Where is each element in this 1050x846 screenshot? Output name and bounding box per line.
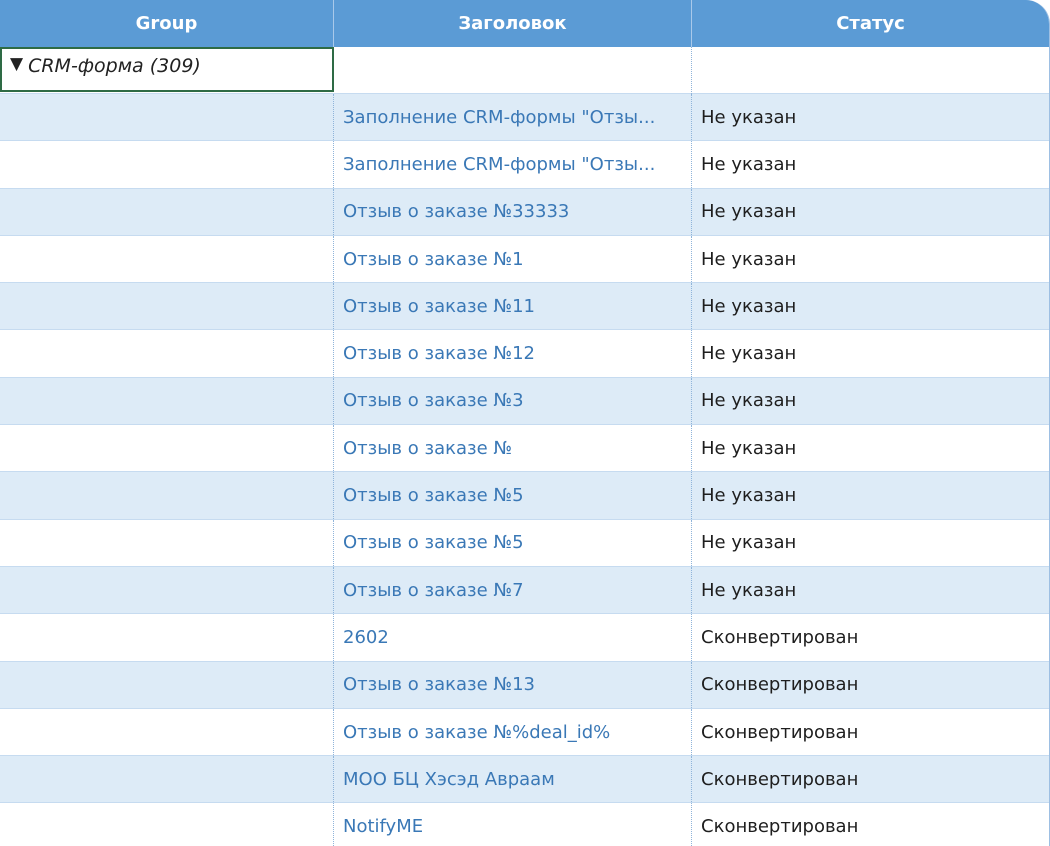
status-cell: Не указан <box>701 295 797 317</box>
title-cell[interactable]: NotifyME <box>334 803 692 846</box>
group-cell <box>0 708 334 756</box>
group-cell <box>0 377 334 425</box>
column-header-status[interactable]: Статус <box>692 0 1049 47</box>
table-row[interactable]: Отзыв о заказе №7 Не указан <box>0 566 1049 615</box>
group-cell <box>0 472 334 519</box>
title-cell[interactable]: Отзыв о заказе № <box>334 425 692 472</box>
group-cell <box>0 425 334 472</box>
title-cell[interactable]: Отзыв о заказе №3 <box>334 377 692 425</box>
title-link[interactable]: Отзыв о заказе №11 <box>343 296 535 317</box>
column-header-group[interactable]: Group <box>0 0 334 47</box>
title-cell[interactable]: Отзыв о заказе №12 <box>334 330 692 377</box>
table-row[interactable]: Отзыв о заказе №33333 Не указан <box>0 188 1049 236</box>
status-cell: Не указан <box>701 201 797 223</box>
column-header-title[interactable]: Заголовок <box>334 0 692 47</box>
group-cell <box>0 519 334 566</box>
title-cell[interactable]: МОО БЦ Хэсэд Авраам <box>334 756 692 803</box>
table-row[interactable]: Заполнение CRM-формы "Отзы... Не указан <box>0 94 1049 142</box>
table-row[interactable]: NotifyME Сконвертирован <box>0 803 1049 846</box>
table-row[interactable]: Отзыв о заказе №%deal_id% Сконвертирован <box>0 708 1049 757</box>
status-cell: Не указан <box>701 579 797 601</box>
status-cell: Не указан <box>701 106 797 128</box>
group-cell <box>0 566 334 614</box>
status-cell: Сконвертирован <box>701 768 859 790</box>
table-row[interactable]: Отзыв о заказе №12 Не указан <box>0 330 1049 378</box>
grid-header: Group Заголовок Статус <box>0 0 1049 47</box>
table-row[interactable]: Отзыв о заказе №13 Сконвертирован <box>0 661 1049 709</box>
table-row[interactable]: МОО БЦ Хэсэд Авраам Сконвертирован <box>0 756 1049 804</box>
table-row[interactable]: Заполнение CRM-формы "Отзы... Не указан <box>0 141 1049 189</box>
status-cell: Сконвертирован <box>701 626 859 648</box>
group-label: CRM-форма (309) <box>28 55 201 77</box>
group-cell <box>0 756 334 803</box>
data-grid: Group Заголовок Статус ▼ CRM-форма (309)… <box>0 0 1050 846</box>
title-link[interactable]: Отзыв о заказе №1 <box>343 249 524 270</box>
title-link[interactable]: Отзыв о заказе №13 <box>343 674 535 695</box>
title-link[interactable]: МОО БЦ Хэсэд Авраам <box>343 769 555 790</box>
title-cell[interactable]: Отзыв о заказе №13 <box>334 661 692 708</box>
group-cell <box>0 94 334 141</box>
title-link[interactable]: Отзыв о заказе №3 <box>343 390 524 411</box>
title-link[interactable]: 2602 <box>343 627 389 648</box>
group-row-status-cell <box>692 47 1049 94</box>
status-cell: Сконвертирован <box>701 721 859 743</box>
title-cell[interactable]: Отзыв о заказе №11 <box>334 283 692 330</box>
group-cell <box>0 614 334 661</box>
group-cell <box>0 803 334 846</box>
grid-body: Заполнение CRM-формы "Отзы... Не указан … <box>0 94 1049 846</box>
group-cell <box>0 330 334 377</box>
title-link[interactable]: Отзыв о заказе №12 <box>343 343 535 364</box>
status-cell: Не указан <box>701 437 797 459</box>
table-row[interactable]: Отзыв о заказе №1 Не указан <box>0 235 1049 284</box>
title-link[interactable]: Отзыв о заказе №7 <box>343 580 524 601</box>
status-cell: Сконвертирован <box>701 816 859 838</box>
title-link[interactable]: Заполнение CRM-формы "Отзы... <box>343 154 655 175</box>
title-link[interactable]: Отзыв о заказе №5 <box>343 532 524 553</box>
title-link[interactable]: NotifyME <box>343 816 423 837</box>
table-row[interactable]: Отзыв о заказе № Не указан <box>0 425 1049 473</box>
title-cell[interactable]: Заполнение CRM-формы "Отзы... <box>334 141 692 188</box>
status-cell: Не указан <box>701 248 797 270</box>
title-cell[interactable]: Отзыв о заказе №5 <box>334 519 692 566</box>
table-row[interactable]: Отзыв о заказе №3 Не указан <box>0 377 1049 426</box>
table-row[interactable]: 2602 Сконвертирован <box>0 614 1049 662</box>
title-link[interactable]: Заполнение CRM-формы "Отзы... <box>343 107 655 128</box>
collapse-triangle-icon[interactable]: ▼ <box>10 54 23 74</box>
title-cell[interactable]: Отзыв о заказе №5 <box>334 472 692 519</box>
status-cell: Не указан <box>701 343 797 365</box>
group-row: ▼ CRM-форма (309) <box>0 47 1049 94</box>
group-cell <box>0 141 334 188</box>
title-link[interactable]: Отзыв о заказе №5 <box>343 485 524 506</box>
status-cell: Не указан <box>701 485 797 507</box>
status-cell: Не указан <box>701 532 797 554</box>
title-cell[interactable]: Отзыв о заказе №7 <box>334 566 692 614</box>
group-row-title-cell <box>334 47 692 94</box>
title-link[interactable]: Отзыв о заказе №%deal_id% <box>343 722 610 743</box>
status-cell: Не указан <box>701 390 797 412</box>
title-cell[interactable]: Отзыв о заказе №%deal_id% <box>334 708 692 756</box>
status-cell: Не указан <box>701 153 797 175</box>
title-cell[interactable]: Заполнение CRM-формы "Отзы... <box>334 94 692 141</box>
title-cell[interactable]: Отзыв о заказе №33333 <box>334 188 692 235</box>
table-row[interactable]: Отзыв о заказе №5 Не указан <box>0 472 1049 520</box>
title-link[interactable]: Отзыв о заказе № <box>343 438 512 459</box>
group-cell <box>0 283 334 330</box>
group-cell-selected[interactable]: ▼ CRM-форма (309) <box>0 47 334 92</box>
group-cell <box>0 661 334 708</box>
table-row[interactable]: Отзыв о заказе №11 Не указан <box>0 283 1049 331</box>
title-cell[interactable]: 2602 <box>334 614 692 661</box>
status-cell: Сконвертирован <box>701 674 859 696</box>
group-cell <box>0 235 334 283</box>
title-cell[interactable]: Отзыв о заказе №1 <box>334 235 692 283</box>
group-cell <box>0 188 334 235</box>
table-row[interactable]: Отзыв о заказе №5 Не указан <box>0 519 1049 567</box>
title-link[interactable]: Отзыв о заказе №33333 <box>343 201 569 222</box>
